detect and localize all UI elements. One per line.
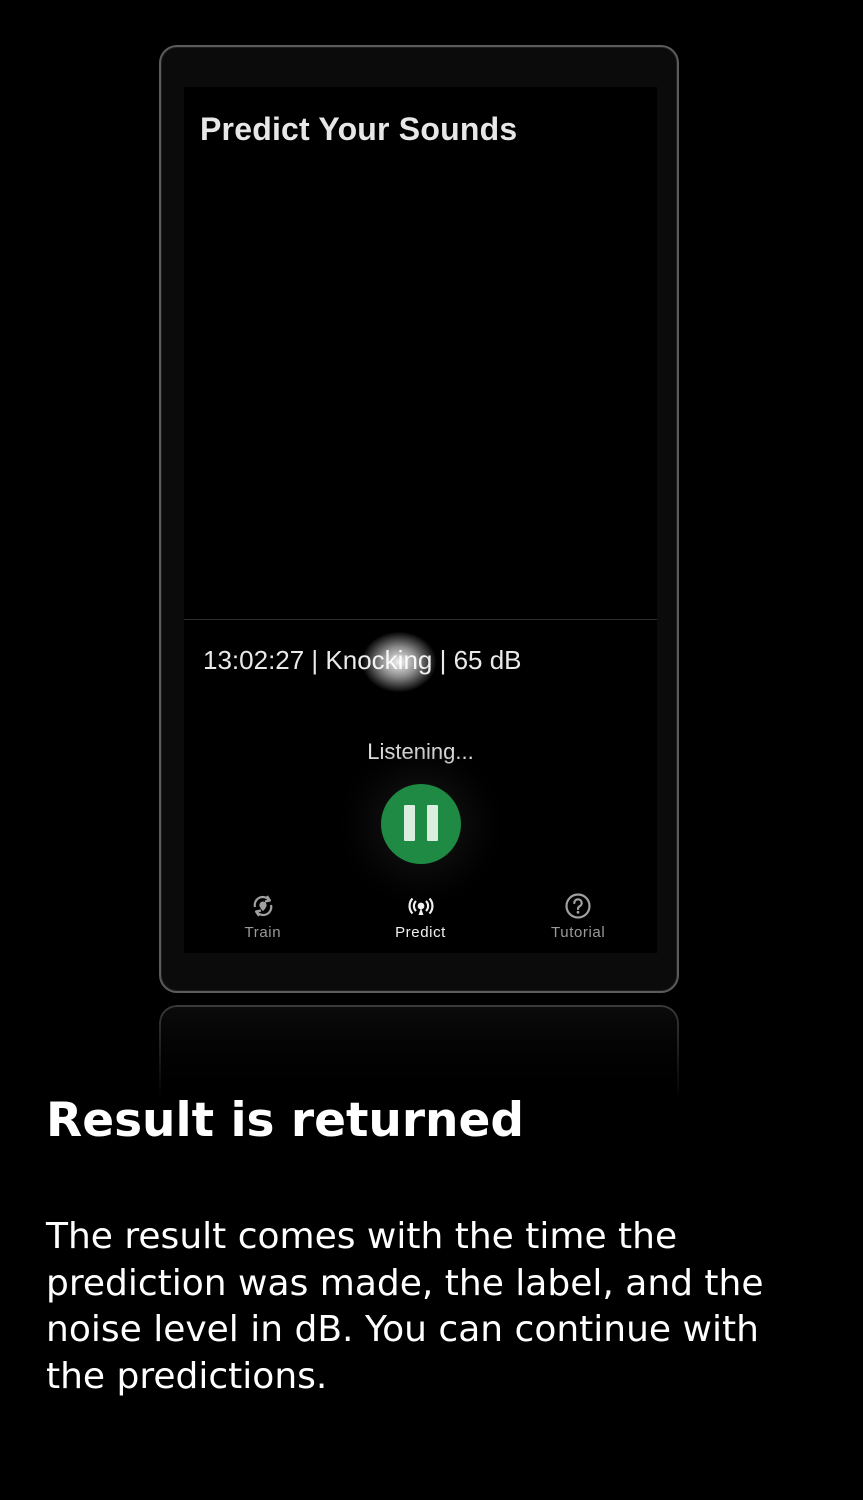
bottom-navigation: Train Predict Tutorial [184, 892, 657, 952]
nav-label-train: Train [244, 924, 282, 941]
nav-label-predict: Predict [395, 924, 446, 941]
page-title: Predict Your Sounds [200, 111, 518, 147]
broadcast-icon [407, 897, 434, 915]
caption-title: Result is returned [46, 1093, 525, 1148]
nav-item-train[interactable]: Train [184, 892, 342, 952]
nav-label-tutorial: Tutorial [551, 924, 606, 941]
pause-button[interactable] [381, 784, 461, 864]
prediction-result: 13:02:27 | Knocking | 65 dB [203, 645, 522, 675]
nav-item-predict[interactable]: Predict [342, 892, 500, 952]
device-reflection [159, 1005, 679, 1100]
divider [184, 619, 657, 620]
app-screen: Predict Your Sounds 13:02:27 | Knocking … [184, 87, 657, 953]
train-icon [253, 895, 273, 917]
caption-body: The result comes with the time the predi… [46, 1216, 764, 1397]
help-circle-icon [565, 893, 591, 919]
nav-item-tutorial[interactable]: Tutorial [499, 892, 657, 952]
pause-icon [404, 805, 415, 841]
listening-status: Listening... [367, 739, 474, 764]
